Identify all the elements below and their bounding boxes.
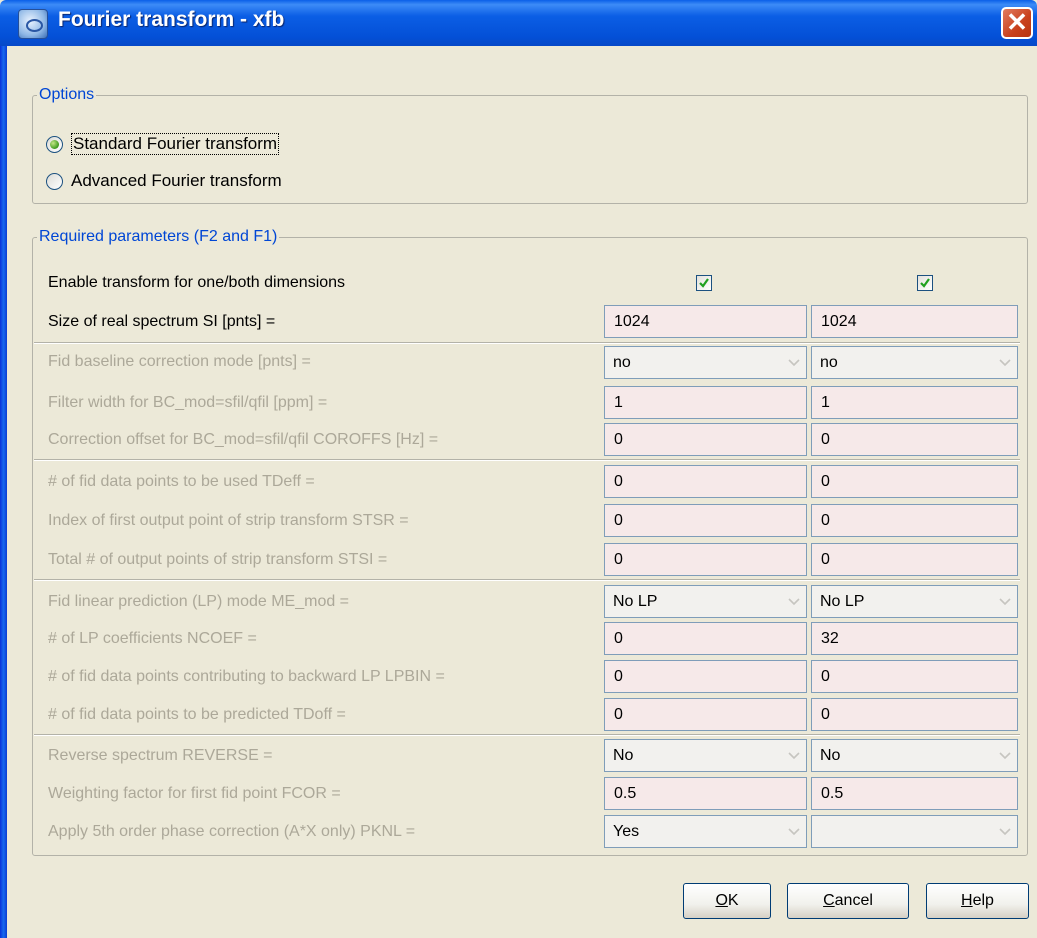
enable-f2-checkbox[interactable] — [696, 275, 712, 291]
separator — [34, 579, 1020, 581]
ncoef-f2-field[interactable]: 0 — [604, 622, 807, 655]
enable-transform-label: Enable transform for one/both dimensions — [48, 274, 346, 291]
me-mod-f1-select[interactable]: No LP — [811, 585, 1018, 618]
ok-label: K — [727, 892, 739, 909]
si-f1-field[interactable]: 1024 — [811, 305, 1018, 338]
pknl-f2-value: Yes — [613, 823, 640, 840]
chevron-down-icon[interactable] — [993, 586, 1017, 617]
chevron-down-icon[interactable] — [993, 816, 1017, 847]
me-mod-f2-select[interactable]: No LP — [604, 585, 807, 618]
radio-standard-ft[interactable]: Standard Fourier transform — [46, 131, 280, 157]
close-button[interactable]: ✕ — [1001, 7, 1033, 39]
help-button[interactable]: Help — [926, 883, 1029, 919]
title-bar[interactable]: Fourier transform - xfb ✕ — [0, 0, 1037, 46]
tdoff-f2-field[interactable]: 0 — [604, 698, 807, 731]
reverse-f2-value: No — [613, 747, 634, 764]
chevron-down-icon[interactable] — [782, 586, 806, 617]
cancel-mnemonic: C — [823, 892, 835, 909]
lpbin-f1-field[interactable]: 0 — [811, 660, 1018, 693]
param-label-coroffs: Correction offset for BC_mod=sfil/qfil C… — [48, 431, 439, 448]
radio-selected-icon[interactable] — [46, 135, 63, 153]
separator — [34, 459, 1020, 461]
radio-label-advanced: Advanced Fourier transform — [71, 171, 282, 190]
window-border — [0, 46, 7, 938]
reverse-f1-select[interactable]: No — [811, 739, 1018, 772]
reverse-f1-value: No — [820, 747, 841, 764]
tdoff-f1-field[interactable]: 0 — [811, 698, 1018, 731]
chevron-down-icon[interactable] — [993, 347, 1017, 378]
radio-label-standard: Standard Fourier transform — [71, 133, 280, 155]
param-label-ncoef: # of LP coefficients NCOEF = — [48, 630, 257, 647]
param-label-si: Size of real spectrum SI [pnts] = — [48, 313, 276, 330]
ok-mnemonic: O — [715, 892, 728, 909]
bc-filter-f2-field[interactable]: 1 — [604, 386, 807, 419]
tdeff-f2-field[interactable]: 0 — [604, 465, 807, 498]
param-label-bc-filter: Filter width for BC_mod=sfil/qfil [ppm] … — [48, 394, 328, 411]
ncoef-f1-field[interactable]: 32 — [811, 622, 1018, 655]
si-f2-field[interactable]: 1024 — [604, 305, 807, 338]
reverse-f2-select[interactable]: No — [604, 739, 807, 772]
tdeff-f1-field[interactable]: 0 — [811, 465, 1018, 498]
param-label-pknl: Apply 5th order phase correction (A*X on… — [48, 823, 416, 840]
stsi-f2-field[interactable]: 0 — [604, 543, 807, 576]
checkmark-icon — [920, 278, 930, 288]
param-label-reverse: Reverse spectrum REVERSE = — [48, 747, 273, 764]
me-mod-f1-value: No LP — [820, 593, 865, 610]
stsr-f1-field[interactable]: 0 — [811, 504, 1018, 537]
fcor-f1-field[interactable]: 0.5 — [811, 777, 1018, 810]
bc-filter-f1-field[interactable]: 1 — [811, 386, 1018, 419]
param-label-lpbin: # of fid data points contributing to bac… — [48, 668, 445, 685]
chevron-down-icon[interactable] — [993, 740, 1017, 771]
param-label-stsr: Index of first output point of strip tra… — [48, 512, 409, 529]
help-mnemonic: H — [961, 892, 973, 909]
chevron-down-icon[interactable] — [782, 816, 806, 847]
radio-unselected-icon[interactable] — [46, 172, 63, 190]
param-label-bc-mod: Fid baseline correction mode [pnts] = — [48, 353, 311, 370]
cancel-label: ancel — [834, 892, 873, 909]
chevron-down-icon[interactable] — [782, 740, 806, 771]
cancel-button[interactable]: Cancel — [787, 883, 909, 919]
fourier-transform-dialog: Fourier transform - xfb ✕ Options Standa… — [0, 0, 1037, 938]
coroffs-f1-field[interactable]: 0 — [811, 423, 1018, 456]
coroffs-f2-field[interactable]: 0 — [604, 423, 807, 456]
lpbin-f2-field[interactable]: 0 — [604, 660, 807, 693]
bc-mod-f2-select[interactable]: no — [604, 346, 807, 379]
options-legend: Options — [39, 86, 95, 103]
pknl-f1-select[interactable] — [811, 815, 1018, 848]
bc-mod-f1-select[interactable]: no — [811, 346, 1018, 379]
required-legend: Required parameters (F2 and F1) — [39, 228, 278, 245]
pknl-f2-select[interactable]: Yes — [604, 815, 807, 848]
fcor-f2-field[interactable]: 0.5 — [604, 777, 807, 810]
app-icon — [18, 9, 48, 39]
checkmark-icon — [699, 278, 709, 288]
bc-mod-f1-value: no — [820, 354, 838, 371]
bc-mod-f2-value: no — [613, 354, 631, 371]
param-label-fcor: Weighting factor for first fid point FCO… — [48, 785, 341, 802]
radio-advanced-ft[interactable]: Advanced Fourier transform — [46, 168, 282, 194]
me-mod-f2-value: No LP — [613, 593, 658, 610]
stsr-f2-field[interactable]: 0 — [604, 504, 807, 537]
chevron-down-icon[interactable] — [782, 347, 806, 378]
window-title: Fourier transform - xfb — [58, 8, 285, 31]
separator — [34, 734, 1020, 736]
enable-f1-checkbox[interactable] — [917, 275, 933, 291]
param-label-tdeff: # of fid data points to be used TDeff = — [48, 473, 315, 490]
stsi-f1-field[interactable]: 0 — [811, 543, 1018, 576]
separator — [34, 342, 1020, 344]
param-label-tdoff: # of fid data points to be predicted TDo… — [48, 706, 346, 723]
param-label-me-mod: Fid linear prediction (LP) mode ME_mod = — [48, 593, 350, 610]
param-label-stsi: Total # of output points of strip transf… — [48, 551, 388, 568]
ok-button[interactable]: OK — [683, 883, 771, 919]
help-label: elp — [972, 892, 994, 909]
